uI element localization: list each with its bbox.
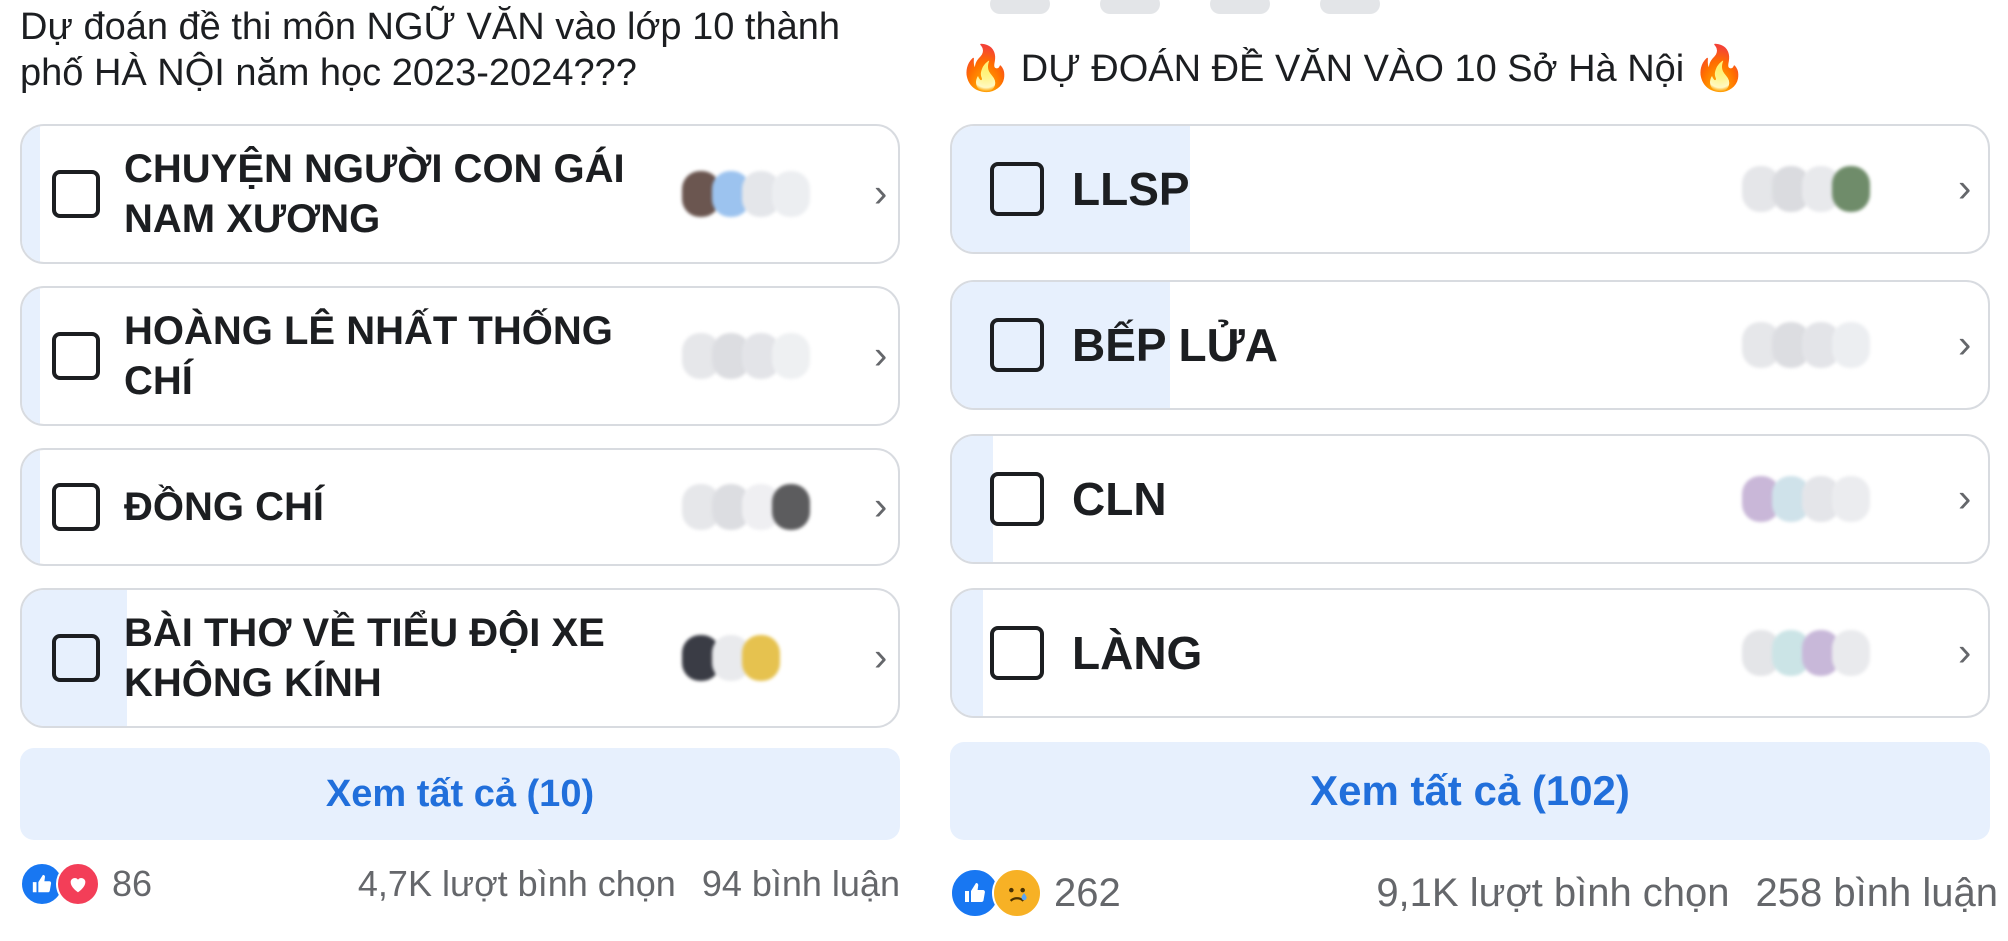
option-checkbox[interactable] xyxy=(52,483,100,531)
poll-footer: 262 9,1K lượt bình chọn 258 bình luận xyxy=(950,868,1998,918)
option-checkbox[interactable] xyxy=(990,626,1044,680)
option-label: HOÀNG LÊ NHẤT THỐNG CHÍ xyxy=(124,309,613,403)
option-checkbox[interactable] xyxy=(990,318,1044,372)
poll-option[interactable]: HOÀNG LÊ NHẤT THỐNG CHÍ › xyxy=(20,286,900,426)
option-label: ĐỒNG CHÍ xyxy=(124,485,324,529)
vote-count[interactable]: 4,7K lượt bình chọn xyxy=(358,863,676,905)
option-label: BẾP LỬA xyxy=(1072,319,1279,371)
option-label: BÀI THƠ VỀ TIỂU ĐỘI XE KHÔNG KÍNH xyxy=(124,611,605,705)
chevron-right-icon[interactable]: › xyxy=(1958,167,1971,212)
reactions[interactable]: 262 xyxy=(950,868,1121,918)
option-label: CHUYỆN NGƯỜI CON GÁI NAM XƯƠNG xyxy=(124,147,625,241)
chevron-right-icon[interactable]: › xyxy=(1958,477,1971,522)
vote-fill-bar xyxy=(952,436,994,562)
option-checkbox[interactable] xyxy=(52,332,100,380)
voter-avatars[interactable] xyxy=(1742,166,1870,212)
option-label: LLSP xyxy=(1072,163,1190,215)
vote-fill-bar xyxy=(22,126,40,262)
poll-option[interactable]: LÀNG › xyxy=(950,588,1990,718)
option-label: CLN xyxy=(1072,473,1167,525)
cutoff-previous-content xyxy=(990,0,1430,18)
poll-option[interactable]: CLN › xyxy=(950,434,1990,564)
see-all-button[interactable]: Xem tất cả (10) xyxy=(20,748,900,840)
chevron-right-icon[interactable]: › xyxy=(874,485,887,530)
voter-avatars[interactable] xyxy=(682,171,810,217)
chevron-right-icon[interactable]: › xyxy=(1958,631,1971,676)
vote-count[interactable]: 9,1K lượt bình chọn xyxy=(1376,871,1729,916)
chevron-right-icon[interactable]: › xyxy=(874,172,887,217)
poll-option[interactable]: BẾP LỬA › xyxy=(950,280,1990,410)
poll-footer: 86 4,7K lượt bình chọn 94 bình luận xyxy=(20,862,900,906)
reactions[interactable]: 86 xyxy=(20,862,152,906)
poll-title: Dự đoán đề thi môn NGỮ VĂN vào lớp 10 th… xyxy=(20,6,841,94)
poll-title: 🔥 DỰ ĐOÁN ĐỀ VĂN VÀO 10 Sở Hà Nội 🔥 xyxy=(958,46,1998,92)
option-checkbox[interactable] xyxy=(990,162,1044,216)
voter-avatars[interactable] xyxy=(682,635,780,681)
option-checkbox[interactable] xyxy=(990,472,1044,526)
chevron-right-icon[interactable]: › xyxy=(874,636,887,681)
poll-option[interactable]: ĐỒNG CHÍ › xyxy=(20,448,900,566)
reaction-count: 262 xyxy=(1054,870,1121,915)
fire-icon: 🔥 xyxy=(958,44,1013,93)
voter-avatars[interactable] xyxy=(682,484,810,530)
option-checkbox[interactable] xyxy=(52,170,100,218)
option-label: LÀNG xyxy=(1072,627,1203,679)
poll-option[interactable]: CHUYỆN NGƯỜI CON GÁI NAM XƯƠNG › xyxy=(20,124,900,264)
voter-avatars[interactable] xyxy=(1742,630,1870,676)
fire-icon: 🔥 xyxy=(1692,44,1748,93)
voter-avatars[interactable] xyxy=(1742,322,1870,368)
voter-avatars[interactable] xyxy=(682,333,810,379)
option-checkbox[interactable] xyxy=(52,634,100,682)
love-icon xyxy=(56,862,100,906)
see-all-button[interactable]: Xem tất cả (102) xyxy=(950,742,1990,840)
poll-left: Dự đoán đề thi môn NGỮ VĂN vào lớp 10 th… xyxy=(0,0,900,941)
poll-title-text: DỰ ĐOÁN ĐỀ VĂN VÀO 10 Sở Hà Nội xyxy=(1020,48,1685,90)
poll-right: 🔥 DỰ ĐOÁN ĐỀ VĂN VÀO 10 Sở Hà Nội 🔥 LLSP… xyxy=(930,0,2008,941)
chevron-right-icon[interactable]: › xyxy=(1958,323,1971,368)
vote-fill-bar xyxy=(22,288,40,424)
comment-count[interactable]: 258 bình luận xyxy=(1756,871,1998,916)
voter-avatars[interactable] xyxy=(1742,476,1870,522)
reaction-count: 86 xyxy=(112,863,153,904)
sad-icon xyxy=(992,868,1042,918)
poll-option[interactable]: BÀI THƠ VỀ TIỂU ĐỘI XE KHÔNG KÍNH › xyxy=(20,588,900,728)
poll-option[interactable]: LLSP › xyxy=(950,124,1990,254)
vote-fill-bar xyxy=(952,590,984,716)
chevron-right-icon[interactable]: › xyxy=(874,334,887,379)
comment-count[interactable]: 94 bình luận xyxy=(702,863,900,905)
vote-fill-bar xyxy=(22,450,40,564)
